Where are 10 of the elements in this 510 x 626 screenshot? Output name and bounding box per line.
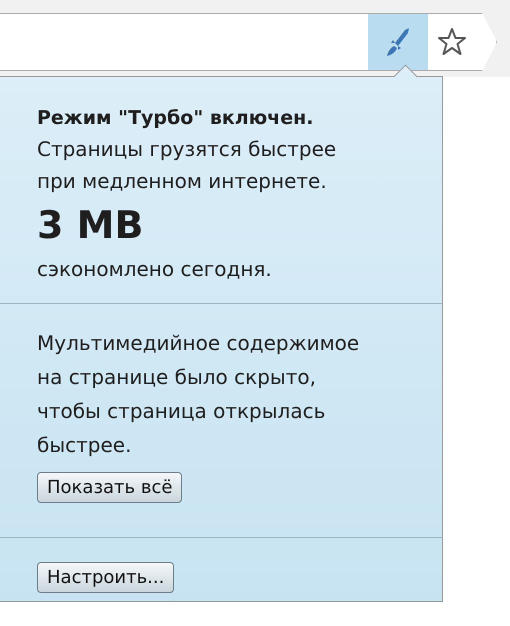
settings-button[interactable]: Настроить... <box>37 562 174 593</box>
turbo-button[interactable] <box>368 14 428 70</box>
star-icon <box>436 27 468 57</box>
saved-amount: 3 MB <box>37 202 144 249</box>
popup-title: Режим "Турбо" включен. <box>37 106 314 131</box>
media-notice: Мультимедийное содержимое на странице было скрыто, чтобы страница открылась быстрее. <box>37 330 360 459</box>
rocket-icon <box>385 27 411 57</box>
description-text: Страницы грузятся быстрее при медленном интернете. <box>37 136 338 195</box>
show-all-button[interactable]: Показать всё <box>37 472 182 503</box>
saved-caption: сэкономлено сегодня. <box>37 256 273 283</box>
